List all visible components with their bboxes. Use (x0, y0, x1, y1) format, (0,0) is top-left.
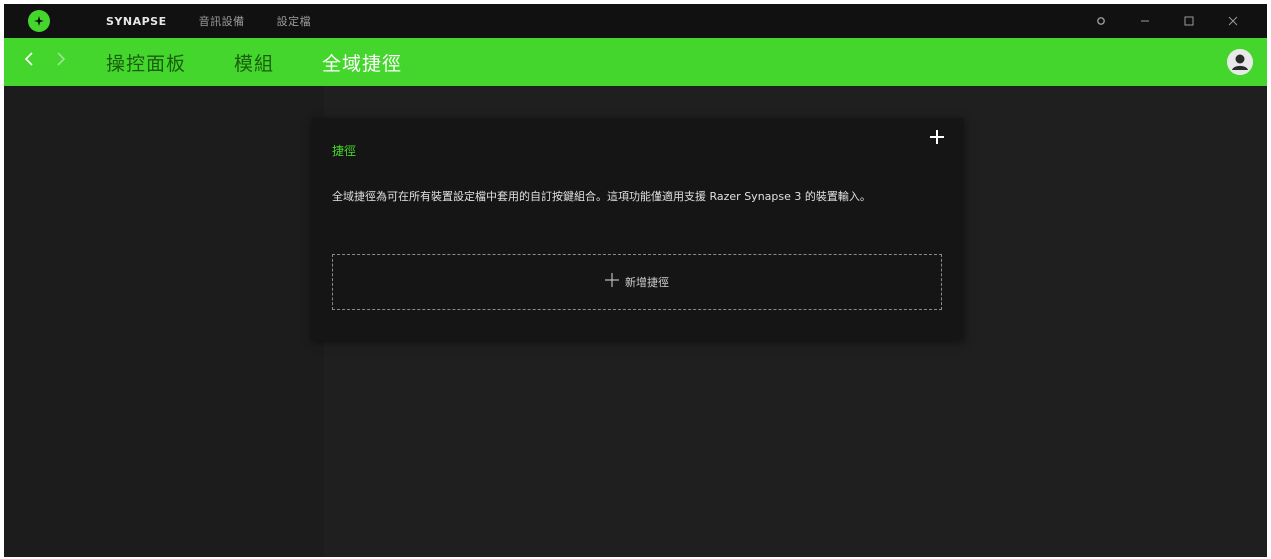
add-plus-icon (605, 273, 619, 291)
top-nav-synapse[interactable]: SYNAPSE (106, 15, 167, 28)
close-icon[interactable] (1211, 4, 1255, 38)
top-nav: SYNAPSE 音訊設備 設定檔 (106, 4, 343, 38)
tab-modules[interactable]: 模組 (234, 49, 274, 76)
app-window: SYNAPSE 音訊設備 設定檔 操控面板 模組 全域捷徑 捷徑 全域捷徑為可在… (4, 4, 1267, 557)
window-controls (1079, 4, 1255, 38)
chevron-left-icon[interactable] (24, 50, 34, 70)
panel-description: 全域捷徑為可在所有裝置設定檔中套用的自訂按鍵組合。這項功能僅適用支援 Razer… (332, 190, 871, 203)
minimize-icon[interactable] (1123, 4, 1167, 38)
section-nav-bar: 操控面板 模組 全域捷徑 (4, 38, 1267, 86)
add-shortcut-button[interactable]: 新增捷徑 (332, 254, 942, 310)
user-avatar-icon[interactable] (1227, 49, 1253, 75)
top-nav-profiles[interactable]: 設定檔 (277, 13, 312, 29)
add-shortcut-label: 新增捷徑 (625, 276, 669, 289)
panel-title: 捷徑 (332, 144, 357, 158)
chevron-right-icon[interactable] (56, 50, 66, 70)
title-bar: SYNAPSE 音訊設備 設定檔 (4, 4, 1267, 38)
section-tabs: 操控面板 模組 全域捷徑 (106, 38, 450, 86)
razer-logo-icon[interactable] (28, 10, 50, 32)
tab-dashboard[interactable]: 操控面板 (106, 49, 186, 76)
shortcuts-panel: 捷徑 全域捷徑為可在所有裝置設定檔中套用的自訂按鍵組合。這項功能僅適用支援 Ra… (312, 118, 964, 340)
sidebar (4, 86, 324, 557)
tab-global-shortcuts[interactable]: 全域捷徑 (322, 49, 402, 76)
main-content: 捷徑 全域捷徑為可在所有裝置設定檔中套用的自訂按鍵組合。這項功能僅適用支援 Ra… (4, 86, 1267, 557)
top-nav-audio-devices[interactable]: 音訊設備 (199, 13, 245, 29)
maximize-icon[interactable] (1167, 4, 1211, 38)
razer-logo-glyph (34, 16, 44, 26)
plus-icon[interactable] (926, 128, 948, 150)
gear-icon[interactable] (1079, 4, 1123, 38)
